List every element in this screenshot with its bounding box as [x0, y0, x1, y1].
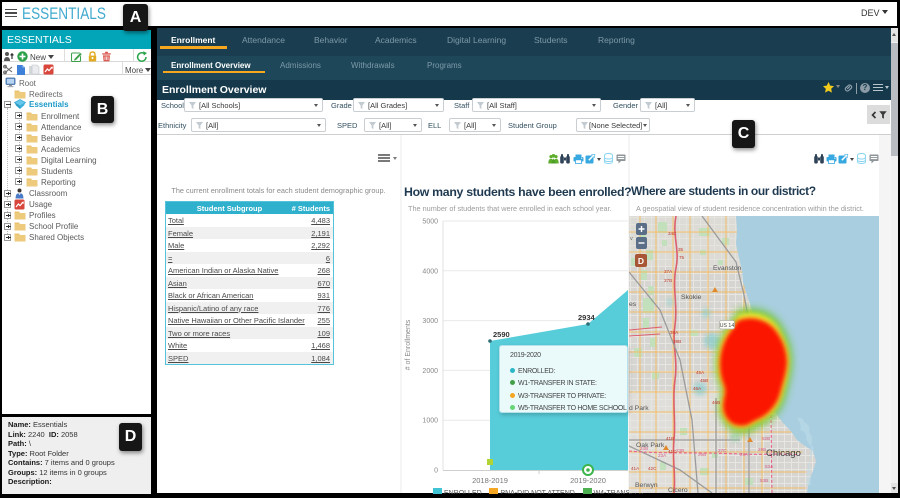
svg-text:US 14: US 14 — [720, 323, 735, 329]
svg-text:75: 75 — [679, 255, 685, 260]
svg-text:1000: 1000 — [422, 418, 438, 425]
svg-text:5000: 5000 — [422, 219, 438, 226]
svg-text:2934: 2934 — [578, 313, 596, 322]
svg-text:3000: 3000 — [422, 318, 438, 325]
svg-text:Berwyn: Berwyn — [635, 482, 658, 489]
svg-text:45A: 45A — [696, 370, 705, 375]
svg-text:27C: 27C — [718, 448, 727, 453]
svg-text:2590: 2590 — [493, 330, 510, 339]
svg-text:# of Enrollments: # of Enrollments — [405, 319, 412, 370]
svg-text:2019-2020: 2019-2020 — [570, 476, 606, 485]
svg-text:2000: 2000 — [422, 368, 438, 375]
svg-text:v: v — [630, 236, 633, 242]
svg-text:53A: 53A — [765, 464, 774, 469]
svg-text:41A: 41A — [631, 466, 640, 471]
svg-text:45B: 45B — [700, 378, 708, 383]
svg-text:Cicero: Cicero — [668, 487, 688, 493]
svg-text:29B: 29B — [758, 447, 766, 452]
svg-text:26B: 26B — [698, 452, 706, 457]
svg-text:35: 35 — [678, 247, 684, 252]
svg-text:29A: 29A — [740, 452, 749, 457]
svg-text:es: es — [629, 301, 637, 308]
svg-text:37B: 37B — [664, 278, 672, 283]
svg-text:42C: 42C — [648, 466, 657, 471]
svg-text:D: D — [638, 256, 644, 266]
svg-text:23A: 23A — [658, 453, 667, 458]
svg-text:39A: 39A — [670, 330, 679, 335]
svg-text:46A: 46A — [693, 386, 702, 391]
svg-text:24B: 24B — [640, 446, 648, 451]
svg-text:39B: 39B — [673, 339, 681, 344]
svg-text:41B: 41B — [666, 436, 674, 441]
svg-text:Chicago: Chicago — [766, 448, 801, 459]
svg-text:2018-2019: 2018-2019 — [472, 476, 508, 485]
svg-text:23B: 23B — [676, 448, 684, 453]
svg-text:46B: 46B — [712, 400, 720, 405]
svg-text:53B: 53B — [760, 478, 768, 483]
svg-text:Evanston: Evanston — [713, 265, 742, 272]
svg-text:37A: 37A — [664, 269, 673, 274]
svg-text:d Park: d Park — [629, 405, 649, 412]
svg-text:0: 0 — [434, 468, 438, 475]
svg-text:34C: 34C — [668, 231, 677, 236]
svg-text:4000: 4000 — [422, 268, 438, 275]
svg-text:52B: 52B — [762, 436, 770, 441]
svg-text:Skokie: Skokie — [681, 294, 702, 301]
